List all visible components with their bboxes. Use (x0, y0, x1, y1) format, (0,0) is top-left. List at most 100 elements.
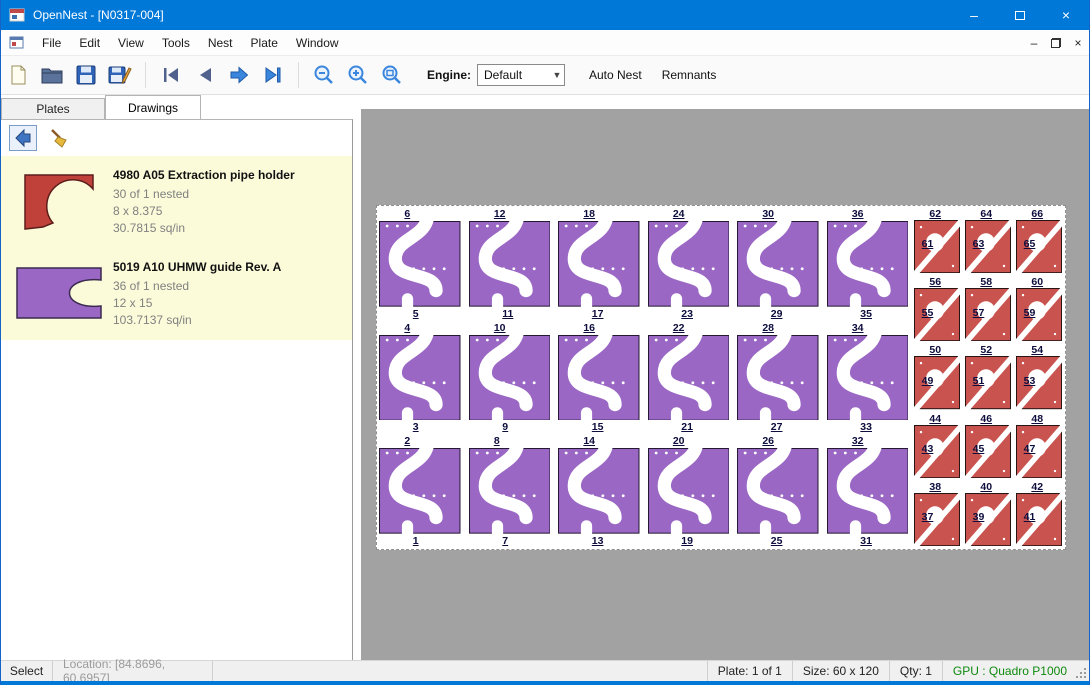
restore-icon (1051, 38, 1061, 48)
part-number: 64 (980, 208, 992, 220)
nested-part-pair[interactable]: 3635 (827, 208, 912, 320)
nested-part-pair[interactable]: 56 55 (914, 276, 962, 342)
part-thumbnail (11, 256, 107, 330)
part-number: 1 (413, 535, 419, 547)
save-as-icon (108, 64, 132, 86)
status-plate: Plate: 1 of 1 (707, 661, 792, 681)
menu-view[interactable]: View (109, 32, 153, 54)
nested-part-pair[interactable]: 5251 (965, 344, 1013, 410)
nest-canvas[interactable]: 65 1211 1817 2423 3029 3635 43 109 1615 … (353, 95, 1089, 660)
nested-part-pair[interactable]: 4443 (914, 413, 962, 479)
nested-part-pair[interactable]: 2827 (737, 322, 822, 434)
nested-part-pair[interactable]: 6665 (1016, 208, 1064, 274)
menu-file[interactable]: File (33, 32, 70, 54)
new-button[interactable] (1, 59, 35, 91)
nested-part-pair[interactable]: 2019 (648, 435, 733, 547)
nested-part-pair[interactable]: 4847 (1016, 413, 1064, 479)
open-button[interactable] (35, 59, 69, 91)
part-number: 52 (980, 344, 992, 356)
part-number: 42 (1031, 481, 1043, 493)
nested-part-pair[interactable]: 3029 (737, 208, 822, 320)
red-grid: 6261 6463 6665 5655 5857 6059 5049 5251 … (914, 208, 1064, 547)
nest-viewport[interactable]: 65 1211 1817 2423 3029 3635 43 109 1615 … (361, 109, 1089, 660)
part-nested-count: 30 of 1 nested (113, 186, 295, 203)
window-close-button[interactable]: × (1043, 0, 1089, 30)
purple-part-shape (827, 448, 909, 534)
part-number: 32 (852, 435, 864, 447)
zoom-out-button[interactable] (307, 59, 341, 91)
clear-button[interactable] (45, 125, 73, 151)
mdi-minimize-button[interactable]: – (1023, 33, 1045, 53)
engine-select[interactable]: Default ▼ (477, 64, 565, 86)
zoom-fit-button[interactable] (375, 59, 409, 91)
part-number: 53 (1024, 375, 1036, 387)
engine-label: Engine: (427, 68, 471, 82)
nested-part-pair[interactable]: 21 (379, 435, 464, 547)
menu-window[interactable]: Window (287, 32, 348, 54)
nested-part-pair[interactable]: 5049 (914, 344, 962, 410)
nested-part-pair[interactable]: 1615 (558, 322, 643, 434)
nested-part-pair[interactable]: 6261 (914, 208, 962, 274)
menu-edit[interactable]: Edit (70, 32, 109, 54)
nested-part-pair[interactable]: 3433 (827, 322, 912, 434)
nav-last-icon (261, 63, 285, 87)
window-maximize-button[interactable] (997, 0, 1043, 30)
nested-part-pair[interactable]: 3231 (827, 435, 912, 547)
nested-part-pair[interactable]: 6463 (965, 208, 1013, 274)
nested-part-pair[interactable]: 14 13 (558, 435, 643, 547)
part-number: 19 (681, 535, 693, 547)
save-button[interactable] (69, 59, 103, 91)
status-gpu: GPU : Quadro P1000 (942, 661, 1077, 681)
part-number: 58 (980, 276, 992, 288)
purple-part-shape (827, 335, 909, 421)
tab-plates[interactable]: Plates (1, 98, 105, 120)
zoom-in-button[interactable] (341, 59, 375, 91)
part-number: 66 (1031, 208, 1043, 220)
menu-plate[interactable]: Plate (242, 32, 287, 54)
window-minimize-button[interactable]: – (951, 0, 997, 30)
part-number: 56 (929, 276, 941, 288)
tab-drawings[interactable]: Drawings (105, 95, 201, 120)
part-number: 37 (922, 511, 934, 523)
toolbar: Engine: Default ▼ Auto Nest Remnants (1, 56, 1089, 95)
red-part-thumbnail-icon (19, 167, 99, 235)
nested-part-pair[interactable]: 1817 (558, 208, 643, 320)
remnants-button[interactable]: Remnants (652, 62, 727, 88)
nested-part-pair[interactable]: 4645 (965, 413, 1013, 479)
part-number: 13 (592, 535, 604, 547)
purple-part-shape (648, 448, 730, 534)
nav-last-button[interactable] (256, 59, 290, 91)
nested-part-pair[interactable]: 109 (469, 322, 554, 434)
auto-nest-button[interactable]: Auto Nest (579, 62, 652, 88)
save-as-button[interactable] (103, 59, 137, 91)
nested-part-pair[interactable]: 3837 (914, 481, 962, 547)
list-item[interactable]: 4980 A05 Extraction pipe holder 30 of 1 … (1, 156, 352, 248)
mdi-restore-button[interactable] (1045, 33, 1067, 53)
nested-part-pair[interactable]: 1211 (469, 208, 554, 320)
nav-next-button[interactable] (222, 59, 256, 91)
list-item[interactable]: 5019 A10 UHMW guide Rev. A 36 of 1 neste… (1, 248, 352, 340)
nested-part-pair[interactable]: 5453 (1016, 344, 1064, 410)
resize-grip[interactable] (1077, 661, 1089, 681)
part-number: 55 (922, 307, 934, 319)
nested-part-pair[interactable]: 87 (469, 435, 554, 547)
nav-first-button[interactable] (154, 59, 188, 91)
nested-part-pair[interactable]: 4241 (1016, 481, 1064, 547)
nested-part-pair[interactable]: 4039 (965, 481, 1013, 547)
nested-part-pair[interactable]: 65 (379, 208, 464, 320)
part-number: 47 (1024, 443, 1036, 455)
nested-part-pair[interactable]: 6059 (1016, 276, 1064, 342)
plate-sheet[interactable]: 65 1211 1817 2423 3029 3635 43 109 1615 … (376, 205, 1066, 550)
nested-part-pair[interactable]: 2221 (648, 322, 733, 434)
nav-prev-button[interactable] (188, 59, 222, 91)
menu-nest[interactable]: Nest (199, 32, 242, 54)
part-number: 14 (583, 435, 595, 447)
status-size: Size: 60 x 120 (792, 661, 889, 681)
nested-part-pair[interactable]: 2625 (737, 435, 822, 547)
send-to-plate-button[interactable] (9, 125, 37, 151)
menu-tools[interactable]: Tools (153, 32, 199, 54)
nested-part-pair[interactable]: 5857 (965, 276, 1013, 342)
nested-part-pair[interactable]: 2423 (648, 208, 733, 320)
mdi-close-button[interactable]: × (1067, 33, 1089, 53)
nested-part-pair[interactable]: 43 (379, 322, 464, 434)
